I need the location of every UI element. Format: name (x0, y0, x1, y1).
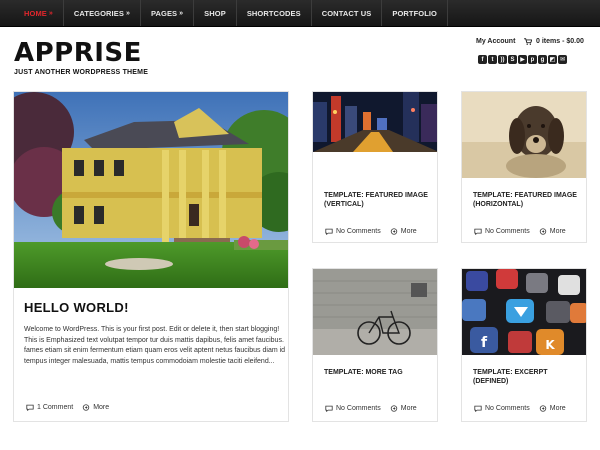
featured-post-title[interactable]: HELLO WORLD! (24, 300, 129, 315)
comments-link[interactable]: No Comments (474, 228, 530, 235)
comments-link[interactable]: No Comments (474, 405, 530, 412)
nav-item-home[interactable]: HOME» (14, 0, 64, 26)
post-title[interactable]: TEMPLATE: FEATURED IMAGE (HORIZONTAL) (473, 191, 583, 209)
post-card: TEMPLATE: FEATURED IMAGE (HORIZONTAL) No… (461, 91, 587, 243)
skype-icon[interactable]: S (508, 55, 517, 64)
arrow-circle-icon (390, 405, 397, 412)
nav-caret: » (48, 9, 53, 17)
featured-post-excerpt: Welcome to WordPress. This is your first… (24, 326, 286, 365)
cart-link[interactable]: 0 items - $0.00 (524, 38, 584, 45)
google-plus-icon[interactable]: g (538, 55, 547, 64)
more-label: More (400, 228, 417, 235)
arrow-circle-icon (539, 405, 546, 412)
featured-house-image[interactable] (14, 92, 288, 288)
rss-icon[interactable]: )) (498, 55, 507, 64)
post-meta: No Comments More (325, 228, 417, 235)
post-meta: No Comments More (474, 228, 566, 235)
more-link[interactable]: More (539, 405, 566, 412)
k-glyph: K (545, 338, 555, 352)
nav-item-label: PORTFOLIO (392, 8, 437, 18)
nav-item-pages[interactable]: PAGES» (141, 0, 195, 26)
nav-item-contact-us[interactable]: CONTACT US (312, 0, 383, 26)
more-link[interactable]: More (82, 404, 109, 411)
main-navigation: HOME» CATEGORIES» PAGES» SHOP SHORTCODES… (0, 0, 600, 27)
post-title[interactable]: TEMPLATE: EXCERPT (DEFINED) (473, 368, 581, 386)
nav-item-label: HOME (24, 8, 47, 18)
post-thumbnail[interactable] (313, 269, 437, 355)
more-link[interactable]: More (390, 228, 417, 235)
post-meta: No Comments More (325, 405, 417, 412)
comments-count: No Comments (336, 228, 381, 235)
nav-item-shortcodes[interactable]: SHORTCODES (237, 0, 312, 26)
comments-count: No Comments (485, 228, 530, 235)
twitter-icon[interactable]: t (488, 55, 497, 64)
nav-item-categories[interactable]: CATEGORIES» (64, 0, 141, 26)
my-account-link[interactable]: My Account (476, 38, 515, 45)
social-icons: f t )) S ▶ p g ◩ ✉ (478, 55, 567, 64)
more-label: More (93, 404, 110, 411)
site-logo[interactable]: APPRISE (14, 38, 142, 68)
nav-item-label: CONTACT US (321, 8, 372, 18)
nav-caret: » (179, 9, 184, 17)
arrow-circle-icon (390, 228, 397, 235)
comments-link[interactable]: No Comments (325, 405, 381, 412)
comment-icon (325, 228, 333, 235)
nav-item-shop[interactable]: SHOP (194, 0, 237, 26)
pinterest-icon[interactable]: p (528, 55, 537, 64)
app-icons-photo: f K (462, 269, 586, 355)
cart-summary: 0 items - $0.00 (536, 38, 584, 45)
nav-item-label: SHORTCODES (246, 8, 301, 18)
comment-icon (26, 404, 34, 411)
comment-icon (474, 228, 482, 235)
featured-post-card: HELLO WORLD! Welcome to WordPress. This … (13, 91, 289, 422)
post-card: f K TEMPLATE: EXCERPT (DEFINED) No Comme… (461, 268, 587, 422)
cart-icon (524, 38, 532, 45)
dog-photo (462, 92, 586, 178)
post-card: TEMPLATE: MORE TAG No Comments More (312, 268, 438, 422)
post-meta: 1 Comment More (26, 404, 109, 411)
more-label: More (549, 405, 566, 412)
bicycle-photo (313, 269, 437, 355)
more-link[interactable]: More (390, 405, 417, 412)
site-tagline: JUST ANOTHER WORDPRESS THEME (14, 69, 149, 76)
post-title[interactable]: TEMPLATE: FEATURED IMAGE (VERTICAL) (324, 191, 432, 209)
comments-count: No Comments (336, 405, 381, 412)
post-thumbnail[interactable] (462, 92, 586, 178)
city-night-photo (313, 92, 437, 152)
facebook-icon[interactable]: f (478, 55, 487, 64)
comments-link[interactable]: No Comments (325, 228, 381, 235)
mail-icon[interactable]: ✉ (558, 55, 567, 64)
comments-count: No Comments (485, 405, 530, 412)
post-meta: No Comments More (474, 405, 566, 412)
post-card: TEMPLATE: FEATURED IMAGE (VERTICAL) No C… (312, 91, 438, 243)
facebook-glyph: f (481, 335, 488, 351)
post-thumbnail[interactable]: f K (462, 269, 586, 355)
comment-icon (474, 405, 482, 412)
more-link[interactable]: More (539, 228, 566, 235)
post-thumbnail[interactable] (313, 92, 437, 152)
youtube-icon[interactable]: ▶ (518, 55, 527, 64)
more-label: More (400, 405, 417, 412)
more-label: More (549, 228, 566, 235)
comments-count: 1 Comment (37, 404, 74, 411)
nav-caret: » (125, 9, 130, 17)
arrow-circle-icon (539, 228, 546, 235)
comment-icon (325, 405, 333, 412)
nav-item-label: PAGES (150, 8, 178, 18)
post-title[interactable]: TEMPLATE: MORE TAG (324, 368, 432, 377)
house-photo (14, 92, 288, 288)
comments-link[interactable]: 1 Comment (26, 404, 73, 411)
nav-item-label: SHOP (204, 8, 226, 18)
delicious-icon[interactable]: ◩ (548, 55, 557, 64)
nav-item-portfolio[interactable]: PORTFOLIO (382, 0, 448, 26)
arrow-circle-icon (83, 404, 90, 411)
nav-item-label: CATEGORIES (73, 8, 124, 18)
